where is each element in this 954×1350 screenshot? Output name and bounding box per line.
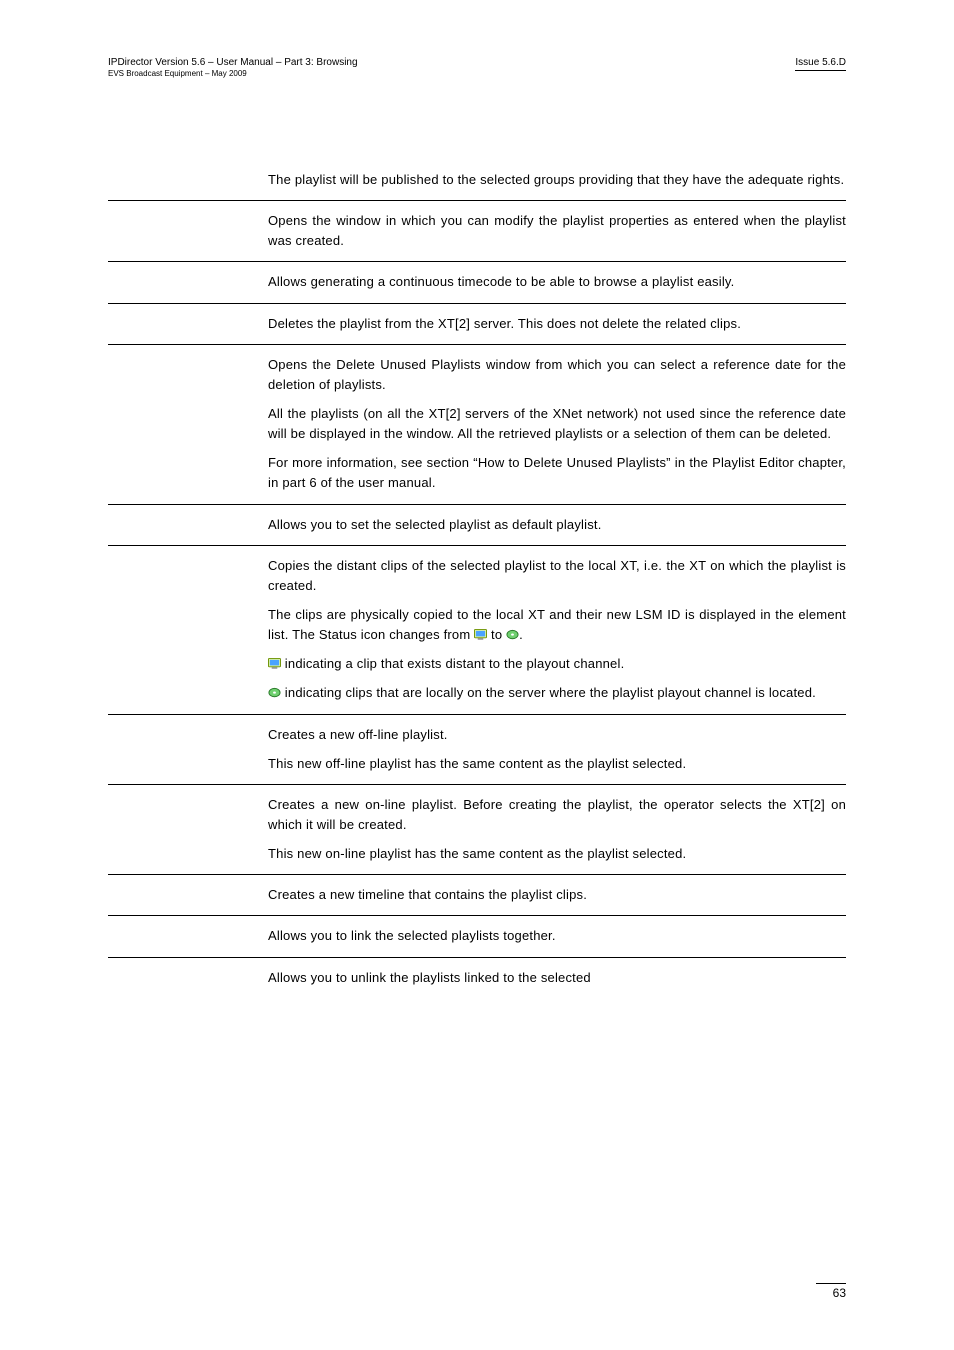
table-row: Copies the distant clips of the selected… [108,546,846,715]
row-description: Creates a new on-line playlist. Before c… [268,795,846,864]
header-product-line1: IPDirector Version 5.6 – User Manual – P… [108,56,358,69]
row-label [108,556,268,704]
row-paragraph: Deletes the playlist from the XT[2] serv… [268,314,846,334]
table-row: Allows you to set the selected playlist … [108,505,846,546]
row-paragraph: Copies the distant clips of the selected… [268,556,846,596]
row-label [108,211,268,251]
row-description: Deletes the playlist from the XT[2] serv… [268,314,846,334]
row-description: Creates a new timeline that contains the… [268,885,846,905]
row-description: Allows generating a continuous timecode … [268,272,846,292]
row-label [108,885,268,905]
table-row: Opens the Delete Unused Playlists window… [108,345,846,505]
row-label [108,170,268,190]
row-paragraph: Creates a new on-line playlist. Before c… [268,795,846,835]
row-description: Opens the window in which you can modify… [268,211,846,251]
row-label [108,725,268,774]
header-right: Issue 5.6.D [795,56,846,79]
row-label [108,795,268,864]
row-label [108,926,268,946]
table-row: Creates a new off-line playlist. This new… [108,715,846,785]
row-description: Copies the distant clips of the selected… [268,556,846,704]
row-label [108,314,268,334]
row-paragraph: Allows you to set the selected playlist … [268,515,846,535]
row-paragraph: For more information, see section “How t… [268,453,846,493]
table-row: Opens the window in which you can modify… [108,201,846,262]
row-paragraph: indicating a clip that exists distant to… [268,654,846,674]
table-row: Allows you to link the selected playlist… [108,916,846,957]
row-paragraph: Allows generating a continuous timecode … [268,272,846,292]
page-header: IPDirector Version 5.6 – User Manual – P… [108,56,846,79]
header-product-line2: EVS Broadcast Equipment – May 2009 [108,69,358,79]
row-paragraph: Allows you to unlink the playlists linke… [268,968,846,988]
page-number: 63 [816,1283,846,1300]
table-row: Allows generating a continuous timecode … [108,262,846,303]
row-label [108,355,268,494]
row-paragraph: This new on-line playlist has the same c… [268,844,846,864]
table-row: Deletes the playlist from the XT[2] serv… [108,304,846,345]
row-label [108,515,268,535]
monitor-icon [268,658,281,669]
row-label [108,968,268,988]
row-description: Allows you to link the selected playlist… [268,926,846,946]
row-paragraph: Opens the window in which you can modify… [268,211,846,251]
row-description: Creates a new off-line playlist. This new… [268,725,846,774]
row-description: Allows you to set the selected playlist … [268,515,846,535]
monitor-icon [474,629,487,640]
table-row: Allows you to unlink the playlists linke… [108,958,846,998]
row-paragraph: Opens the Delete Unused Playlists window… [268,355,846,395]
disc-icon [268,684,281,695]
row-description: Opens the Delete Unused Playlists window… [268,355,846,494]
row-paragraph: Allows you to link the selected playlist… [268,926,846,946]
table-row: Creates a new timeline that contains the… [108,875,846,916]
row-description: The playlist will be published to the se… [268,170,846,190]
row-paragraph: indicating clips that are locally on the… [268,683,846,703]
content-table: The playlist will be published to the se… [108,160,846,998]
row-paragraph: This new off-line playlist has the same … [268,754,846,774]
disc-icon [506,626,519,637]
table-row: Creates a new on-line playlist. Before c… [108,785,846,875]
row-paragraph: The clips are physically copied to the l… [268,605,846,645]
page-footer: 63 [816,1283,846,1300]
table-row: The playlist will be published to the se… [108,160,846,201]
row-paragraph: Creates a new timeline that contains the… [268,885,846,905]
row-label [108,272,268,292]
header-issue: Issue 5.6.D [795,56,846,71]
row-paragraph: The playlist will be published to the se… [268,170,846,190]
header-left: IPDirector Version 5.6 – User Manual – P… [108,56,358,79]
row-paragraph: Creates a new off-line playlist. [268,725,846,745]
row-paragraph: All the playlists (on all the XT[2] serv… [268,404,846,444]
row-description: Allows you to unlink the playlists linke… [268,968,846,988]
